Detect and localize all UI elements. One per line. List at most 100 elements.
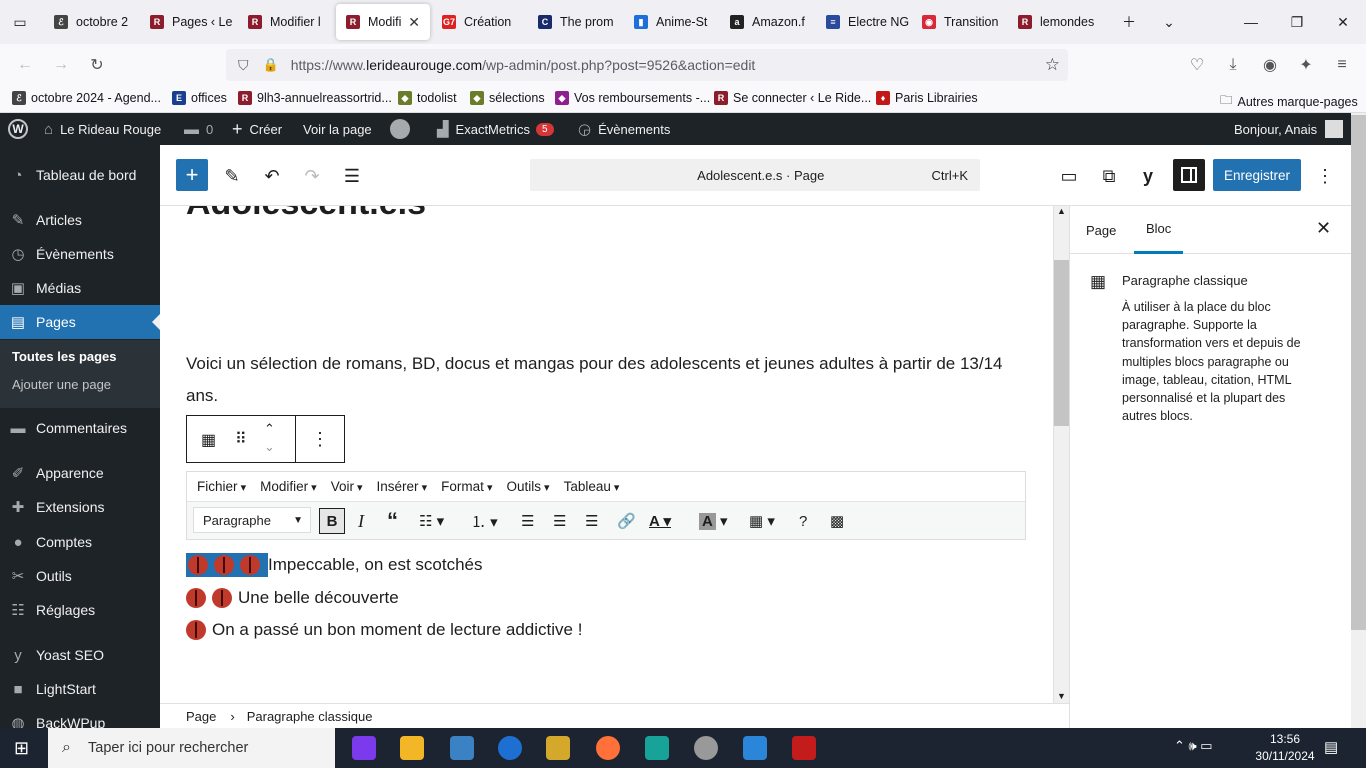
browser-tab[interactable]: R Modifi ✕ xyxy=(336,4,430,40)
shield-icon[interactable]: ⛉ xyxy=(238,57,249,74)
browser-tab[interactable]: R Modifier l xyxy=(238,4,332,40)
table-icon[interactable]: ▦ ▾ xyxy=(749,510,775,532)
browser-tab[interactable]: G7 Création xyxy=(432,4,526,40)
yoast-icon[interactable]: y xyxy=(1132,161,1164,191)
wpml-icon[interactable] xyxy=(390,113,410,145)
toolbar-toggle-icon[interactable]: ▩ xyxy=(830,510,844,532)
sidebar-item[interactable]: y Yoast SEO xyxy=(0,638,160,672)
classic-block-icon[interactable]: ▦ xyxy=(201,430,216,450)
account-icon[interactable]: ◉ xyxy=(1257,53,1283,77)
view-page-link[interactable]: Voir la page xyxy=(303,113,372,145)
clock[interactable]: 13:56 30/11/2024 xyxy=(1250,732,1320,763)
site-name-link[interactable]: ⌂ Le Rideau Rouge xyxy=(44,113,161,145)
align-right-icon[interactable]: ☰ xyxy=(585,510,598,532)
address-bar[interactable]: ⛉ 🔒 https://www. lerideaurouge.com/wp-adm… xyxy=(226,49,1068,81)
rating-line-3[interactable]: Impeccable, on est scotchés xyxy=(186,553,483,577)
comments-link[interactable]: ▬ 0 xyxy=(184,113,213,145)
redo-icon[interactable]: ↷ xyxy=(296,161,328,191)
submenu-add-page[interactable]: Ajouter une page xyxy=(12,377,111,392)
app-icon-3[interactable] xyxy=(546,736,570,760)
sidebar-item[interactable]: ▣ Médias xyxy=(0,271,160,305)
canvas-scrollbar[interactable]: ▲ ▼ xyxy=(1053,206,1069,703)
bookmark-item[interactable]: Eoffices xyxy=(172,91,227,105)
sidebar-item[interactable]: ● Comptes xyxy=(0,525,160,559)
sidebar-item[interactable]: ◔ Tableau de bord xyxy=(0,158,160,192)
browser-tab[interactable]: a Amazon.f xyxy=(720,4,816,40)
link-icon[interactable]: 🔗 xyxy=(617,510,636,532)
blockquote-icon[interactable]: “ xyxy=(387,508,398,533)
page-scrollbar[interactable] xyxy=(1351,113,1366,728)
notifications-icon[interactable]: ▤ xyxy=(1324,738,1338,756)
calculator-icon[interactable] xyxy=(450,736,474,760)
wordpress-logo-icon[interactable]: W xyxy=(8,113,28,145)
events-link[interactable]: ◶ Évènements xyxy=(578,113,670,145)
drag-handle-icon[interactable]: ⠿ xyxy=(235,429,247,449)
bookmark-item[interactable]: ◆ sélections xyxy=(470,91,545,105)
sidebar-item[interactable]: ▬ Commentaires xyxy=(0,411,160,445)
tab-list-chevron-icon[interactable]: ⌄ xyxy=(1146,0,1192,44)
bookmark-item[interactable]: ♦ Paris Librairies xyxy=(876,91,978,105)
tab-page[interactable]: Page xyxy=(1086,206,1116,254)
classic-menu-item[interactable]: Insérer ▾ xyxy=(377,479,428,494)
undo-icon[interactable]: ↶ xyxy=(256,161,288,191)
sidebar-item[interactable]: ✎ Articles xyxy=(0,203,160,237)
bookmark-item[interactable]: ℰoctobre 2024 - Agend... xyxy=(12,91,161,105)
browser-tab[interactable]: Rlemondes xyxy=(1008,4,1102,40)
browser-tab[interactable]: ℰoctobre 2 xyxy=(44,4,142,40)
windows-start-icon[interactable]: ⊞ xyxy=(14,738,29,759)
bookmark-star-icon[interactable]: ☆ xyxy=(1045,55,1060,75)
bookmark-item[interactable]: R Se connecter ‹ Le Ride... xyxy=(714,91,871,105)
format-select[interactable]: Paragraphe ▼ xyxy=(193,507,311,533)
settings-panel-toggle[interactable] xyxy=(1173,159,1205,191)
menu-icon[interactable]: ≡ xyxy=(1329,53,1355,77)
reload-icon[interactable]: ↻ xyxy=(84,53,110,77)
close-window-button[interactable]: ✕ xyxy=(1320,0,1366,44)
close-tab-icon[interactable]: ✕ xyxy=(402,14,420,31)
save-button[interactable]: Enregistrer xyxy=(1213,159,1301,191)
sidebar-item[interactable]: ✐ Apparence xyxy=(0,456,160,490)
back-icon[interactable]: ← xyxy=(12,53,38,77)
text-color-icon[interactable]: A ▾ xyxy=(649,510,671,532)
move-down-icon[interactable]: ⌄ xyxy=(264,439,275,455)
bookmark-item[interactable]: ◆ Vos remboursements -... xyxy=(555,91,710,105)
view-external-icon[interactable]: ⧉ xyxy=(1093,161,1125,191)
extensions-icon[interactable]: ✦ xyxy=(1293,53,1319,77)
page-title[interactable]: Adolescent.e.s xyxy=(186,206,426,223)
maximize-button[interactable]: ❐ xyxy=(1274,0,1320,44)
background-color-icon[interactable]: A ▾ xyxy=(699,510,728,532)
browser-tab[interactable]: ◉ Transition xyxy=(912,4,1008,40)
forward-icon[interactable]: → xyxy=(48,53,74,77)
app-icon-6[interactable] xyxy=(743,736,767,760)
browser-tab[interactable]: C The prom xyxy=(528,4,624,40)
app-icon-4[interactable] xyxy=(645,736,669,760)
sidebar-item[interactable]: ■ LightStart xyxy=(0,672,160,706)
tab-block[interactable]: Bloc xyxy=(1134,206,1184,254)
command-palette-bar[interactable]: Adolescent.e.s · Page Ctrl+K xyxy=(530,159,980,191)
explorer-icon[interactable] xyxy=(400,736,424,760)
document-overview-icon[interactable]: ☰ xyxy=(336,161,368,191)
italic-icon[interactable]: I xyxy=(358,510,364,532)
app-icon-2[interactable] xyxy=(498,736,522,760)
classic-menu-item[interactable]: Modifier ▾ xyxy=(260,479,317,494)
options-kebab-icon[interactable]: ⋮ xyxy=(1309,161,1341,191)
tab-overview-icon[interactable]: ▭ xyxy=(0,0,40,44)
browser-tab[interactable]: ▮ Anime-St xyxy=(624,4,718,40)
lock-icon[interactable]: 🔒 xyxy=(263,57,279,73)
move-up-icon[interactable]: ⌃ xyxy=(264,421,275,437)
acrobat-icon[interactable] xyxy=(792,736,816,760)
bookmark-item[interactable]: R 9lh3-annuelreassortrid... xyxy=(238,91,392,105)
close-panel-icon[interactable]: ✕ xyxy=(1316,218,1331,239)
app-icon-5[interactable] xyxy=(694,736,718,760)
sidebar-item[interactable]: ▤ Pages xyxy=(0,305,160,339)
preview-device-icon[interactable]: ▭ xyxy=(1053,161,1085,191)
browser-tab[interactable]: R Pages ‹ Le xyxy=(140,4,236,40)
browser-tab[interactable]: ≡ Electre NG xyxy=(816,4,910,40)
classic-menu-item[interactable]: Format ▾ xyxy=(441,479,492,494)
pocket-icon[interactable]: ♡ xyxy=(1184,53,1210,77)
sidebar-item[interactable]: ☷ Réglages xyxy=(0,593,160,627)
classic-menu-item[interactable]: Tableau ▾ xyxy=(564,479,620,494)
bookmark-item[interactable]: ◆ todolist xyxy=(398,91,457,105)
submenu-all-pages[interactable]: Toutes les pages xyxy=(12,349,117,364)
page-scroll-thumb[interactable] xyxy=(1351,115,1366,630)
rating-line-2[interactable]: Une belle découverte xyxy=(186,586,399,610)
